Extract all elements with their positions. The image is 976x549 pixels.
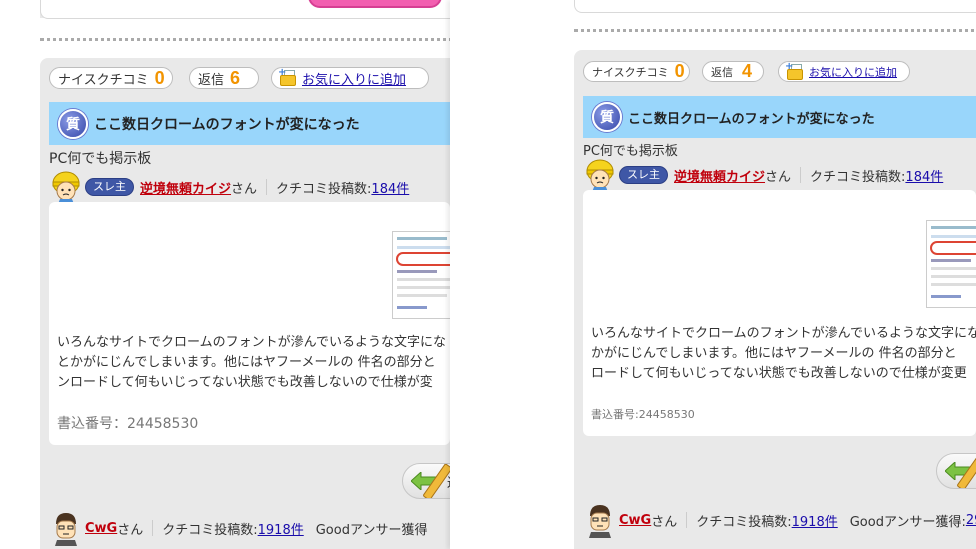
replier-row: CwG さん クチコミ投稿数: 1918件 Goodアンサー獲得 (49, 510, 427, 546)
thread-owner-badge: スレ主 (619, 166, 668, 184)
author-honorific: さん (765, 169, 792, 185)
author-link[interactable]: 逆境無頼カイジ (140, 178, 231, 197)
add-favorite-pill[interactable]: + お気に入りに追加 (271, 67, 429, 89)
body-line: ロードして何もいじってない状態でも改善しないので仕様が変更 (591, 366, 967, 382)
replier-avatar-icon (55, 513, 77, 546)
divider (686, 512, 688, 528)
nice-kuchikomi-pill[interactable]: ナイスクチコミ 0 (49, 67, 173, 89)
body-line: いろんなサイトでクロームのフォントが滲んでいるような文字にな (591, 326, 976, 341)
divider (800, 167, 802, 183)
question-icon: 質 (58, 108, 88, 139)
author-avatar-icon (586, 159, 614, 192)
thread-title: ここ数日クロームのフォントが変になった (628, 111, 875, 127)
replier-post-count-link[interactable]: 1918件 (258, 519, 304, 538)
folder-add-icon: + (278, 68, 296, 86)
author-row: スレ主 逆境無頼カイジ さん クチコミ投稿数: 184件 (583, 158, 943, 192)
post-count-label: クチコミ投稿数: (810, 169, 906, 185)
add-favorite-link[interactable]: お気に入りに追加 (809, 64, 897, 80)
author-row: スレ主 逆境無頼カイジ さん クチコミ投稿数: 184件 (49, 170, 409, 204)
thread-title-bar: 質 ここ数日クロームのフォントが変になった (583, 96, 976, 138)
reply-count-pill[interactable]: 返信 6 (189, 67, 259, 89)
post-body-text: いろんなサイトでクロームのフォントが滲んでいるような文字にな かがにじんでしまい… (591, 324, 976, 384)
divider (152, 520, 154, 536)
body-line: かがにじんでしまいます。他にはヤフーメールの 件名の部分と (591, 346, 957, 362)
body-line: とかがにじんでしまいます。他にはヤフーメールの 件名の部分と (57, 355, 436, 371)
replier-post-count-label: クチコミ投稿数: (162, 522, 258, 538)
post-count-link[interactable]: 184件 (371, 178, 409, 197)
post-number: 書込番号:24458530 (591, 408, 695, 421)
thread-owner-badge: スレ主 (85, 178, 134, 196)
nice-count: 0 (674, 61, 685, 81)
thread-title: ここ数日クロームのフォントが変になった (94, 116, 360, 133)
left-thread-view: ナイスクチコミ 0 返信 6 + お気に入りに追加 質 ここ数日クロームのフォン… (0, 0, 450, 549)
author-avatar-icon (52, 171, 80, 204)
reply-label: 返信 (198, 72, 225, 88)
author-link[interactable]: 逆境無頼カイジ (674, 166, 765, 185)
thread-title-bar: 質 ここ数日クロームのフォントが変になった (49, 102, 450, 145)
folder-add-icon: + (785, 61, 803, 80)
post-number: 書込番号：24458530 (57, 416, 199, 432)
reply-count: 6 (230, 67, 241, 88)
body-line: いろんなサイトでクロームのフォントが滲んでいるような文字にな (57, 335, 446, 350)
board-name: PC何でも掲示板 (583, 144, 678, 159)
section-divider (40, 38, 450, 41)
add-favorite-link[interactable]: お気に入りに追加 (302, 69, 406, 88)
add-favorite-pill[interactable]: + お気に入りに追加 (778, 61, 910, 82)
post-count-label: クチコミ投稿数: (276, 181, 372, 197)
good-answer-label: Goodアンサー獲得: (849, 514, 966, 530)
post-body-card: いろんなサイトでクロームのフォントが滲んでいるような文字にな かがにじんでしまい… (583, 190, 976, 436)
pink-action-button[interactable] (308, 0, 442, 8)
reply-button[interactable]: 返 (402, 463, 450, 499)
nice-label: ナイスクチコミ (58, 72, 149, 88)
reply-label: 返信 (711, 65, 733, 79)
replier-honorific: さん (651, 514, 678, 530)
attached-image-thumbnail[interactable] (926, 220, 976, 308)
replier-post-count-label: クチコミ投稿数: (696, 514, 792, 530)
nice-kuchikomi-pill[interactable]: ナイスクチコミ 0 (583, 61, 690, 82)
replier-link[interactable]: CwG (619, 513, 651, 528)
replier-honorific: さん (117, 522, 144, 538)
attached-image-thumbnail[interactable] (392, 231, 450, 319)
divider (266, 179, 268, 195)
question-icon: 質 (592, 102, 622, 132)
replier-avatar-icon (589, 505, 611, 538)
reply-button[interactable] (936, 453, 976, 489)
post-body-card: いろんなサイトでクロームのフォントが滲んでいるような文字にな とかがにじんでしま… (49, 202, 450, 445)
replier-link[interactable]: CwG (85, 521, 117, 536)
replier-post-count-link[interactable]: 1918件 (792, 511, 838, 530)
post-count-link[interactable]: 184件 (905, 166, 943, 185)
board-name: PC何でも掲示板 (49, 151, 152, 167)
post-body-text: いろんなサイトでクロームのフォントが滲んでいるような文字にな とかがにじんでしま… (57, 333, 446, 393)
author-honorific: さん (231, 181, 258, 197)
good-answer-label: Goodアンサー獲得 (315, 522, 428, 538)
body-line: ンロードして何もいじってない状態でも改善しないので仕様が変 (57, 375, 433, 391)
good-answer-count-link[interactable]: 29 (966, 513, 976, 528)
nice-count: 0 (154, 67, 165, 88)
section-divider (574, 29, 976, 32)
replier-row: CwG さん クチコミ投稿数: 1918件 Goodアンサー獲得: 29 (583, 502, 976, 538)
nice-label: ナイスクチコミ (592, 65, 669, 79)
previous-post-card (574, 0, 976, 13)
right-thread-view: ナイスクチコミ 0 返信 4 + お気に入りに追加 質 ここ数日クロームのフォン… (450, 0, 976, 549)
reply-count-pill[interactable]: 返信 4 (702, 61, 764, 82)
reply-count: 4 (742, 61, 753, 81)
